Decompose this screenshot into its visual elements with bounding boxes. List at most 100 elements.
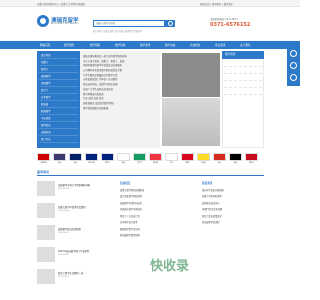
country-flags: 马来西亚 美国 英国 澳大利亚 新西兰 韩国 爱尔兰 新加坡 日本 加拿大 比利… — [37, 153, 264, 164]
list-item[interactable]: 加拿大留学移民政策解读 — [120, 188, 200, 192]
phone-icon[interactable] — [290, 50, 297, 57]
nav-item-countries[interactable]: 留学国家 — [90, 43, 100, 47]
flag-label: 日本 — [169, 162, 174, 164]
sidebar-item[interactable]: 新加坡 — [39, 101, 78, 108]
flag-usa-icon[interactable] — [53, 153, 66, 161]
intro-line: 留学咨询请拨打全国热线 — [83, 106, 109, 110]
list-item[interactable]: 英国留学申请时间安排 — [120, 201, 200, 205]
hot-searches[interactable]: 热门搜索: 加拿大留学 澳大利亚 英国留学 美国留学 — [93, 29, 142, 33]
student-photo[interactable] — [162, 98, 220, 146]
country-sidebar: 澳大利亚 加拿大 新西兰 英国留学 美国留学 爱尔兰 日本留学 新加坡 韩国留学… — [37, 51, 80, 148]
flag-belgium-icon[interactable] — [197, 153, 210, 161]
list-item[interactable]: 新西兰签证政策变化 — [202, 214, 264, 218]
flag-label: 澳大利亚 — [88, 162, 95, 164]
news-thumbnail[interactable] — [37, 181, 55, 196]
flag-switzerland-icon[interactable] — [213, 153, 226, 161]
sidebar-item[interactable]: 英国留学 — [39, 73, 78, 80]
nav-item-home[interactable]: 网站首页 — [40, 43, 50, 47]
news-date: 2023-06-03 — [58, 254, 69, 256]
news-thumbnail[interactable] — [37, 269, 55, 284]
nav-item-visa[interactable]: 签证资讯 — [215, 43, 225, 47]
site-logo[interactable]: 澳瑞克留学 AUSTRALIA STUDY ABROAD — [37, 15, 79, 29]
news-date: 2023-06-05 — [58, 232, 69, 234]
flag-japan-icon[interactable] — [165, 153, 178, 161]
news-panel-line[interactable] — [224, 62, 262, 67]
list-item[interactable]: 新加坡留学费用预算 — [120, 233, 200, 237]
news-panel-line[interactable] — [224, 69, 262, 74]
sidebar-item[interactable]: 出国培训 — [39, 129, 78, 136]
list-item[interactable]: 澳大利亚留学院校推荐 — [120, 194, 200, 198]
sidebar-item[interactable]: 美国留学 — [39, 80, 78, 87]
news-thumbnail[interactable] — [37, 225, 55, 240]
watermark: 快收录 — [150, 259, 190, 274]
search-button[interactable] — [165, 20, 175, 27]
news-title[interactable]: 英国留学签证办理流程 — [58, 227, 81, 231]
sidebar-item[interactable]: 韩国留学 — [39, 108, 78, 115]
news-title[interactable]: 美国留学申请大学需要哪些材料 — [58, 183, 90, 187]
sidebar-item[interactable]: 留学签证 — [39, 122, 78, 129]
flag-label: 美国 — [57, 162, 62, 164]
logo-tagline: AUSTRALIA STUDY ABROAD — [51, 23, 79, 25]
list-item[interactable]: 日本留学语言要求 — [120, 220, 200, 224]
list-item[interactable]: 韩国留学奖学金申请 — [120, 227, 200, 231]
news-date: 2023-06-06 — [58, 210, 69, 212]
news-panel-line[interactable] — [224, 76, 262, 81]
flag-label: 新加坡 — [152, 162, 159, 164]
admissions-list: 名校招生 加拿大留学移民政策解读 澳大利亚留学院校推荐 英国留学申请时间安排 美… — [120, 181, 200, 300]
nav-item-admissions[interactable]: 名校招生 — [190, 43, 200, 47]
search-input[interactable] — [94, 21, 164, 26]
sidebar-item[interactable]: 日本留学 — [39, 94, 78, 101]
list-item[interactable]: 新西兰八大名校介绍 — [120, 214, 200, 218]
visa-list: 签证资讯 澳洲学生签证办理须知 加拿大学签材料清单 英国签证面试技巧 美国F1签… — [202, 181, 264, 300]
top-bar-left-text: 加拿大留学服务中心 | 加拿大大学院申请|移民 — [37, 3, 86, 6]
flag-label: 新西兰 — [104, 162, 111, 164]
sidebar-item[interactable]: 热门专业 — [39, 136, 78, 143]
list-item[interactable]: 加拿大学签材料清单 — [202, 194, 264, 198]
section-divider — [37, 175, 264, 176]
flag-canada-icon[interactable] — [181, 153, 194, 161]
list-item[interactable]: 签证延期申请流程 — [202, 220, 264, 224]
flag-germany-icon[interactable] — [229, 153, 242, 161]
flag-label: 西班牙 — [248, 162, 255, 164]
search-box — [93, 20, 165, 27]
sidebar-item[interactable]: 澳大利亚 — [39, 52, 78, 59]
chat-icon[interactable] — [290, 62, 297, 69]
nav-item-updates[interactable]: 留学动态 — [165, 43, 175, 47]
nav-item-services[interactable]: 留学服务 — [64, 43, 74, 47]
sidebar-item[interactable]: 加拿大 — [39, 59, 78, 66]
flag-singapore-icon[interactable] — [149, 153, 162, 161]
flag-spain-icon[interactable] — [245, 153, 258, 161]
news-title[interactable]: 新西兰留学生活费用一览 — [58, 271, 83, 275]
sidebar-item[interactable]: 新西兰 — [39, 66, 78, 73]
news-panel-title: 留学资讯 — [222, 51, 264, 59]
news-thumbnail[interactable] — [37, 247, 55, 262]
list-item[interactable]: 澳洲学生签证办理须知 — [202, 188, 264, 192]
hotline-number: 0371-6576152 — [210, 22, 251, 28]
news-thumbnail[interactable] — [37, 203, 55, 218]
top-bar: 加拿大留学服务中心 | 加拿大大学院申请|移民 网站首页 | 留学服务 | 联系… — [0, 0, 300, 7]
sidebar-item[interactable]: 马来西亚 — [39, 115, 78, 122]
list-item[interactable]: 美国F1签证常见问题 — [202, 207, 264, 211]
nav-item-news[interactable]: 留学资讯 — [140, 43, 150, 47]
list-item[interactable]: 英国签证面试技巧 — [202, 201, 264, 205]
news-panel-line[interactable] — [224, 83, 262, 88]
top-bar-right-links[interactable]: 网站首页 | 留学服务 | 联系我们 — [200, 2, 233, 6]
sidebar-item[interactable]: 爱尔兰 — [39, 87, 78, 94]
list-item[interactable]: 美国高中留学申请指南 — [120, 207, 200, 211]
news-title[interactable]: 2023年澳洲留学热门专业推荐 — [58, 249, 89, 253]
flag-australia-icon[interactable] — [85, 153, 98, 161]
nav-item-schools[interactable]: 留学院校 — [115, 43, 125, 47]
news-panel-line[interactable] — [224, 90, 262, 95]
flag-uk-icon[interactable] — [69, 153, 82, 161]
nav-item-about[interactable]: 关于我们 — [240, 43, 250, 47]
flag-ireland-icon[interactable] — [133, 153, 146, 161]
flag-label: 英国 — [73, 162, 78, 164]
flag-malaysia-icon[interactable] — [37, 153, 50, 161]
news-title[interactable]: 加拿大留学申请条件及费用 — [58, 205, 86, 209]
flag-label: 德国 — [233, 162, 238, 164]
flag-korea-icon[interactable] — [117, 153, 130, 161]
qrcode-icon[interactable] — [290, 74, 297, 81]
campus-photo[interactable] — [162, 53, 220, 97]
hotline: 全国咨询热线: 0371-6571 0371-6576152 — [210, 17, 250, 28]
flag-newzealand-icon[interactable] — [101, 153, 114, 161]
